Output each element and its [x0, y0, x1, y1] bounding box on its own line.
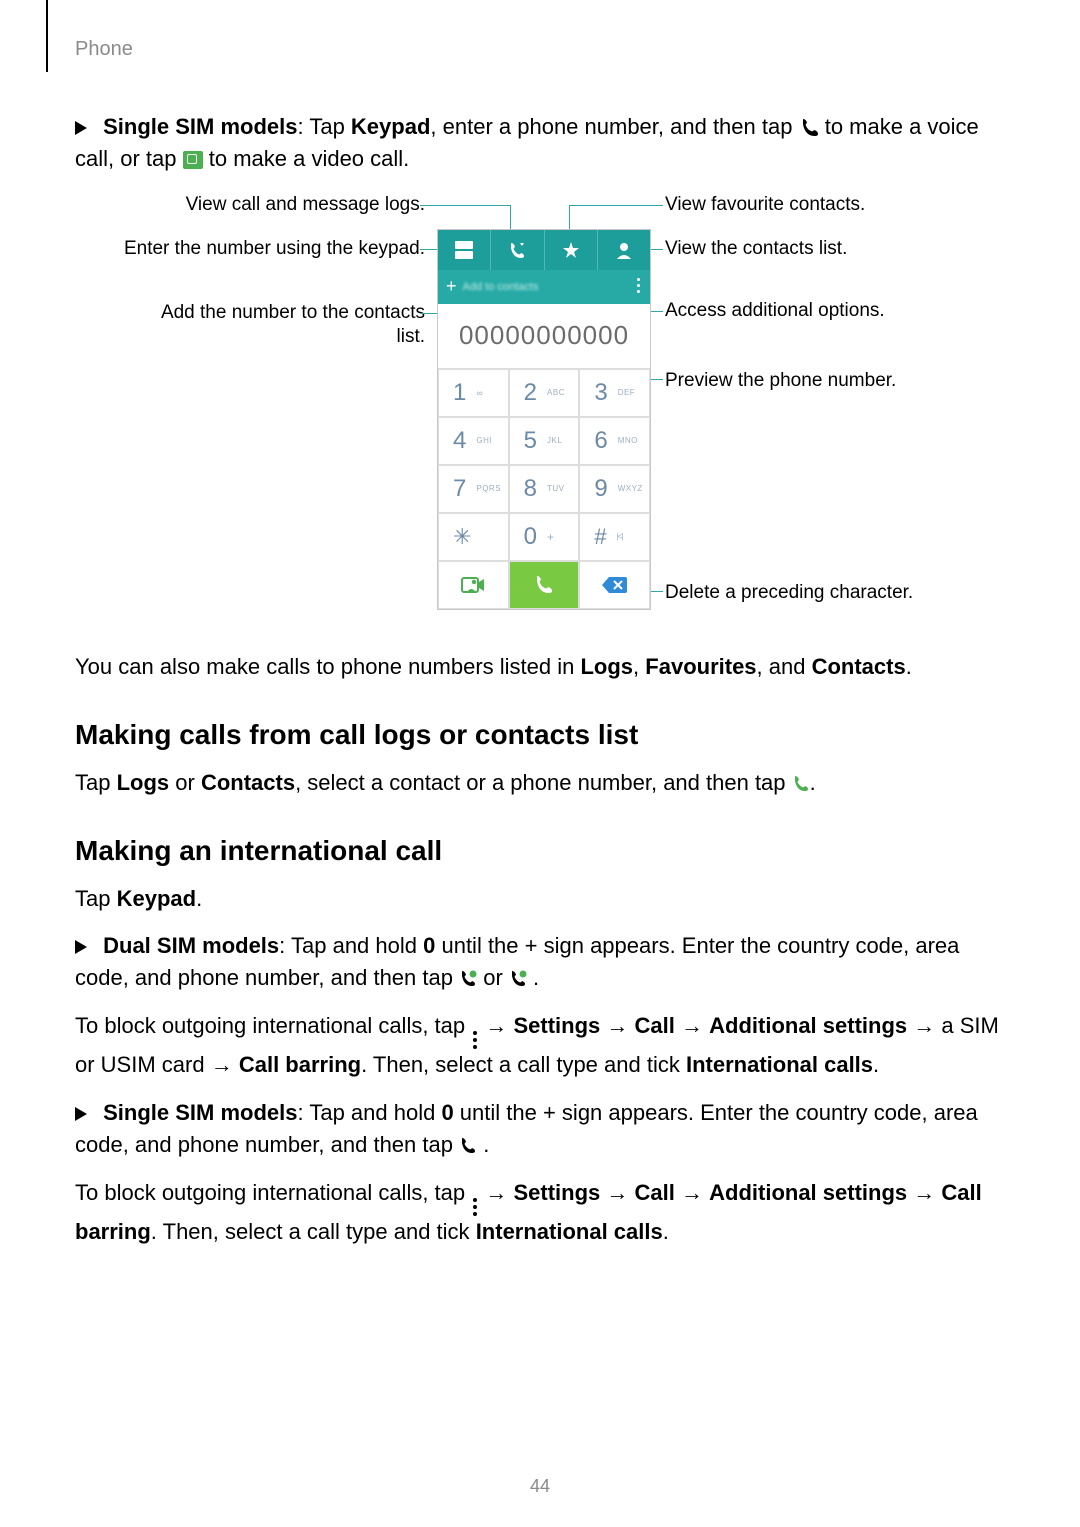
tab-favourites[interactable]	[545, 230, 598, 270]
section-header: Phone	[75, 38, 1010, 61]
tab-contacts[interactable]	[598, 230, 650, 270]
add-to-contacts-label: Add to contacts	[463, 281, 539, 293]
tap-keypad-line: Tap Keypad.	[75, 883, 1010, 915]
video-call-icon	[460, 574, 486, 596]
header-rule	[46, 0, 48, 72]
tab-bar	[438, 230, 650, 270]
key-7[interactable]: 7PQRS	[438, 465, 509, 513]
tab-logs[interactable]	[491, 230, 544, 270]
key-hash[interactable]: #|<|	[579, 513, 650, 561]
callout-options: Access additional options.	[665, 299, 885, 323]
callout-logs: View call and message logs.	[186, 193, 425, 217]
phone-app-screenshot: + Add to contacts 00000000000 1∞ 2ABC 3D…	[437, 229, 651, 610]
phone-icon	[533, 574, 555, 596]
keypad-screenshot-diagram: View call and message logs. Enter the nu…	[75, 191, 1015, 631]
key-1[interactable]: 1∞	[438, 369, 509, 417]
manual-page: Phone Single SIM models: Tap Keypad, ent…	[0, 0, 1080, 1527]
call-action-row	[438, 561, 650, 609]
key-5[interactable]: 5JKL	[509, 417, 580, 465]
key-3[interactable]: 3DEF	[579, 369, 650, 417]
backspace-button[interactable]	[579, 561, 650, 609]
play-bullet-icon	[75, 1107, 89, 1121]
phone-sim1-icon	[459, 970, 477, 988]
callout-contacts: View the contacts list.	[665, 237, 847, 261]
callout-add-contact: Add the number to the contactslist.	[161, 301, 425, 349]
key-8[interactable]: 8TUV	[509, 465, 580, 513]
sec1-paragraph: Tap Logs or Contacts, select a contact o…	[75, 767, 1010, 799]
add-to-contacts-row[interactable]: + Add to contacts	[438, 270, 650, 304]
number-preview: 00000000000	[438, 304, 650, 369]
callout-preview: Preview the phone number.	[665, 369, 896, 393]
logs-tab-icon	[508, 241, 526, 259]
key-6[interactable]: 6MNO	[579, 417, 650, 465]
key-9[interactable]: 9WXYZ	[579, 465, 650, 513]
star-icon	[562, 241, 580, 259]
video-call-icon	[183, 151, 203, 169]
intro-paragraph: Single SIM models: Tap Keypad, enter a p…	[75, 111, 1010, 175]
block-intl-dual-paragraph: To block outgoing international calls, t…	[75, 1010, 1010, 1081]
keypad-tab-icon	[455, 241, 473, 259]
play-bullet-icon	[75, 940, 89, 954]
more-options-icon[interactable]	[637, 278, 640, 293]
plus-icon: +	[446, 276, 457, 297]
person-icon	[615, 241, 633, 259]
key-star[interactable]: ✳	[438, 513, 509, 561]
phone-icon	[799, 117, 819, 137]
callout-favourites: View favourite contacts.	[665, 193, 865, 217]
page-number: 44	[0, 1476, 1080, 1497]
voice-call-button[interactable]	[509, 561, 580, 609]
dial-keypad: 1∞ 2ABC 3DEF 4GHI 5JKL 6MNO 7PQRS 8TUV 9…	[438, 369, 650, 561]
more-options-icon	[473, 1031, 477, 1049]
also-make-calls-paragraph: You can also make calls to phone numbers…	[75, 651, 1010, 683]
single-sim-intl-paragraph: Single SIM models: Tap and hold 0 until …	[75, 1097, 1010, 1161]
key-2[interactable]: 2ABC	[509, 369, 580, 417]
block-intl-single-paragraph: To block outgoing international calls, t…	[75, 1177, 1010, 1248]
dual-sim-paragraph: Dual SIM models: Tap and hold 0 until th…	[75, 930, 1010, 994]
heading-call-logs: Making calls from call logs or contacts …	[75, 719, 1010, 751]
heading-international: Making an international call	[75, 835, 1010, 867]
callout-delete: Delete a preceding character.	[665, 581, 913, 605]
video-call-button[interactable]	[438, 561, 509, 609]
phone-icon	[459, 1137, 477, 1155]
phone-icon	[792, 775, 810, 793]
phone-sim2-icon	[509, 970, 527, 988]
key-4[interactable]: 4GHI	[438, 417, 509, 465]
key-0[interactable]: 0+	[509, 513, 580, 561]
tab-keypad[interactable]	[438, 230, 491, 270]
play-bullet-icon	[75, 121, 89, 135]
more-options-icon	[473, 1198, 477, 1216]
backspace-icon	[601, 575, 629, 595]
callout-keypad: Enter the number using the keypad.	[124, 237, 425, 261]
